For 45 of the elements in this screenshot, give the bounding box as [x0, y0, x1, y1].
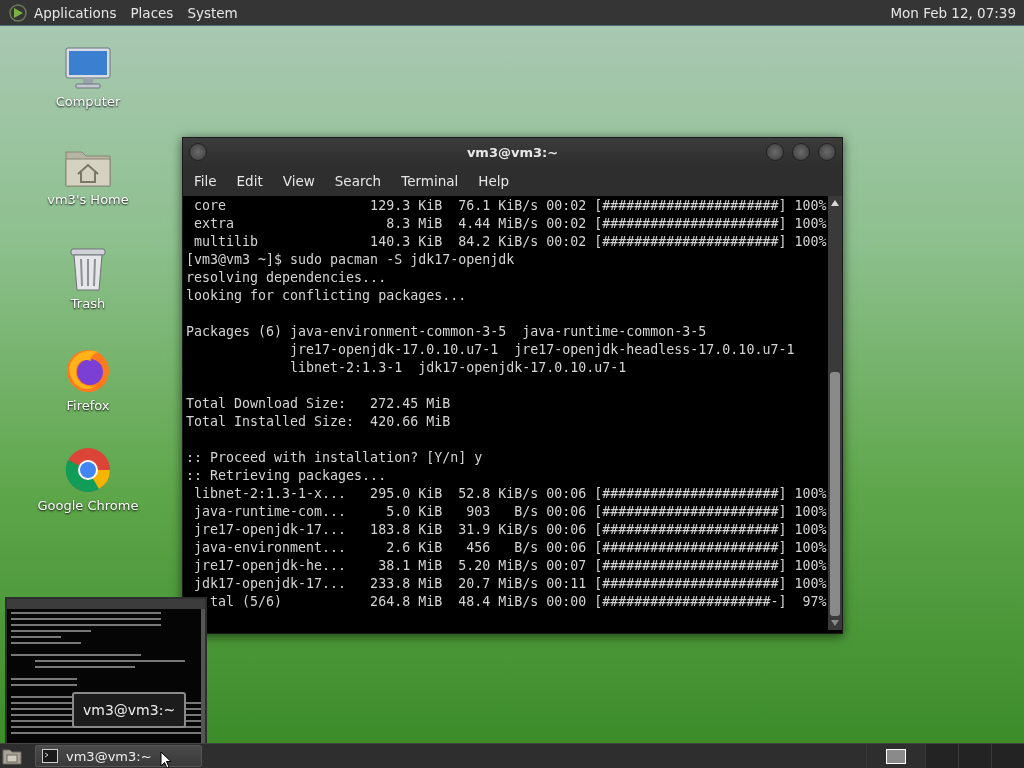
terminal-line: multilib 140.3 KiB 84.2 KiB/s 00:02 [######################] 100%: [193, 233, 827, 251]
menu-item[interactable]: View: [282, 173, 315, 189]
close-button[interactable]: [818, 143, 836, 161]
terminal-line: looking for conflicting packages...: [186, 287, 467, 305]
terminal-line: libnet-2:1.3-1-x... 295.0 KiB 52.8 KiB/s 00:06 [######################] 100%: [193, 485, 827, 503]
terminal-line: Total Download Size: 272.45 MiB: [186, 395, 451, 413]
tooltip: vm3@vm3:~: [72, 692, 187, 728]
mouse-cursor-icon: [160, 751, 172, 768]
taskbar-button[interactable]: vm3@vm3:~: [35, 745, 202, 767]
terminal-line: Packages (6) java-environment-common-3-5 java-runtime-common-3-5: [186, 323, 707, 341]
browser-icon[interactable]: [64, 446, 112, 494]
terminal-line: jre17-openjdk-17... 183.8 KiB 31.9 KiB/s 00:06 [######################] 100%: [193, 521, 827, 539]
scrollbar[interactable]: [828, 196, 842, 630]
monitor-icon[interactable]: [64, 46, 112, 90]
window-title: vm3@vm3:~: [466, 144, 559, 160]
terminal-line: :: Proceed with installation? [Y/n] y: [186, 449, 483, 467]
menu-item[interactable]: Search: [334, 173, 382, 189]
terminal-line: core 129.3 KiB 76.1 KiB/s 00:02 [######################] 100%: [193, 197, 827, 215]
menu-item[interactable]: File: [194, 173, 217, 189]
menu-item[interactable]: Terminal: [401, 173, 459, 189]
terminal-line: java-runtime-com... 5.0 KiB 903 B/s 00:06 [######################] 100%: [193, 503, 827, 521]
show-desktop-icon[interactable]: [2, 747, 22, 765]
terminal-line: jdk17-openjdk-17... 233.8 MiB 20.7 MiB/s 00:11 [######################] 100%: [193, 575, 827, 593]
terminal-line: jre17-openjdk-he... 38.1 MiB 5.20 MiB/s 00:07 [######################] 100%: [193, 557, 827, 575]
terminal-line: [vm3@vm3 ~]$ sudo pacman -S jdk17-openjdk: [186, 251, 515, 269]
panel-menu[interactable]: System: [187, 4, 238, 21]
terminal-line: libnet-2:1.3-1 jdk17-openjdk-17.0.10.u7-1: [289, 359, 627, 377]
terminal-line: java-environment... 2.6 KiB 456 B/s 00:06 [######################] 100%: [193, 539, 827, 557]
terminal-line: Total Installed Size: 420.66 MiB: [186, 413, 451, 431]
terminal-line: extra 8.3 MiB 4.44 MiB/s 00:02 [######################] 100%: [193, 215, 827, 233]
play-logo-icon[interactable]: [8, 2, 28, 23]
maximize-button[interactable]: [792, 143, 810, 161]
terminal-icon: [42, 749, 58, 763]
terminal-line: resolving dependencies...: [186, 269, 387, 287]
menu-item[interactable]: Help: [478, 173, 510, 189]
panel-menu[interactable]: Applications: [34, 4, 117, 21]
terminal-line: tal (5/6) 264.8 MiB 48.4 MiB/s 00:00 [#####################-] 97%: [209, 593, 827, 611]
window-menu-button[interactable]: [189, 143, 207, 161]
terminal-line: jre17-openjdk-17.0.10.u7-1 jre17-openjdk-headless-17.0.10.u7-1: [289, 341, 795, 359]
trash-icon[interactable]: [68, 246, 108, 292]
terminal-line: :: Retrieving packages...: [186, 467, 387, 485]
minimize-button[interactable]: [766, 143, 784, 161]
clock[interactable]: Mon Feb 12, 07:39: [890, 4, 1016, 21]
menu-item[interactable]: Edit: [236, 173, 263, 189]
panel-menu[interactable]: Places: [130, 4, 174, 21]
